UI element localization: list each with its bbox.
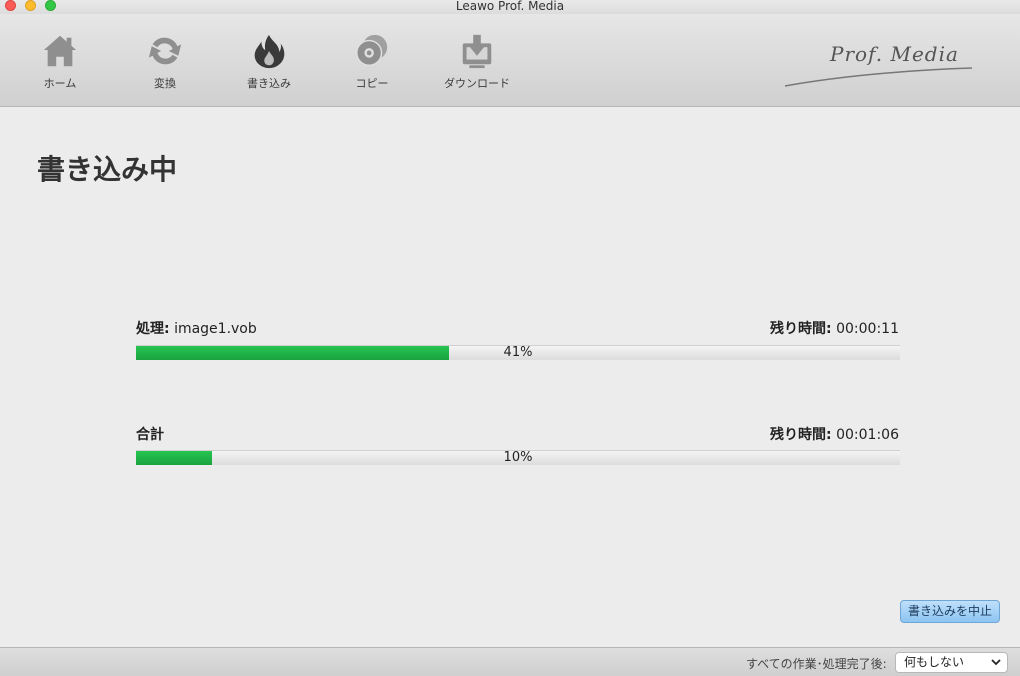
current-remaining-time: 00:00:11 <box>836 321 899 337</box>
total-remaining-time: 00:01:06 <box>836 427 899 443</box>
total-remaining-label: 残り時間: <box>770 427 832 443</box>
after-completion-select[interactable]: 何もしない <box>895 652 1008 673</box>
after-completion-label: すべての作業･処理完了後: <box>746 657 887 671</box>
toolbar-burn-label: 書き込み <box>247 77 291 90</box>
total-progress-percent: 10% <box>503 450 533 465</box>
burn-icon <box>254 34 285 69</box>
toolbar-copy-button[interactable]: コピー <box>332 32 412 94</box>
total-remaining: 残り時間: 00:01:06 <box>770 424 899 444</box>
copy-icon <box>356 34 388 66</box>
current-progress-bar: 41% <box>136 345 900 360</box>
toolbar-download-label: ダウンロード <box>444 77 510 90</box>
chevron-down-icon <box>991 659 1001 666</box>
home-icon <box>43 35 77 67</box>
stop-burning-button[interactable]: 書き込みを中止 <box>900 600 1000 623</box>
window-title: Leawo Prof. Media <box>455 0 565 13</box>
logo-text: Prof. Media <box>830 42 959 66</box>
total-label: 合計 <box>136 427 164 443</box>
current-progress-percent: 41% <box>503 345 533 360</box>
total-progress-bar: 10% <box>136 450 900 465</box>
total-label-row: 合計 <box>136 424 164 444</box>
current-remaining: 残り時間: 00:00:11 <box>770 318 899 338</box>
status-bar: すべての作業･処理完了後: 何もしない <box>0 647 1020 676</box>
current-filename: image1.vob <box>174 321 257 337</box>
toolbar-copy-label: コピー <box>355 77 389 90</box>
current-process-label: 処理: <box>136 321 170 337</box>
logo-swoosh-icon <box>784 67 973 87</box>
current-file-label: 処理: image1.vob <box>136 318 257 338</box>
toolbar-download-button[interactable]: ダウンロード <box>437 32 517 94</box>
toolbar-burn-button[interactable]: 書き込み <box>229 32 309 94</box>
toolbar-home-label: ホーム <box>43 77 77 90</box>
toolbar-convert-button[interactable]: 変換 <box>125 32 205 94</box>
prof-media-logo: Prof. Media <box>780 36 980 96</box>
convert-icon <box>148 37 182 65</box>
download-icon <box>462 34 492 69</box>
toolbar-home-button[interactable]: ホーム <box>20 32 100 94</box>
title-bar: Leawo Prof. Media <box>0 0 1020 14</box>
current-remaining-label: 残り時間: <box>770 321 832 337</box>
main-toolbar: ホーム 変換 書き込み コピー ダウンロード Prof. Media <box>0 14 1020 107</box>
after-completion-value: 何もしない <box>904 655 965 669</box>
toolbar-convert-label: 変換 <box>154 77 176 90</box>
page-title: 書き込み中 <box>37 153 178 186</box>
